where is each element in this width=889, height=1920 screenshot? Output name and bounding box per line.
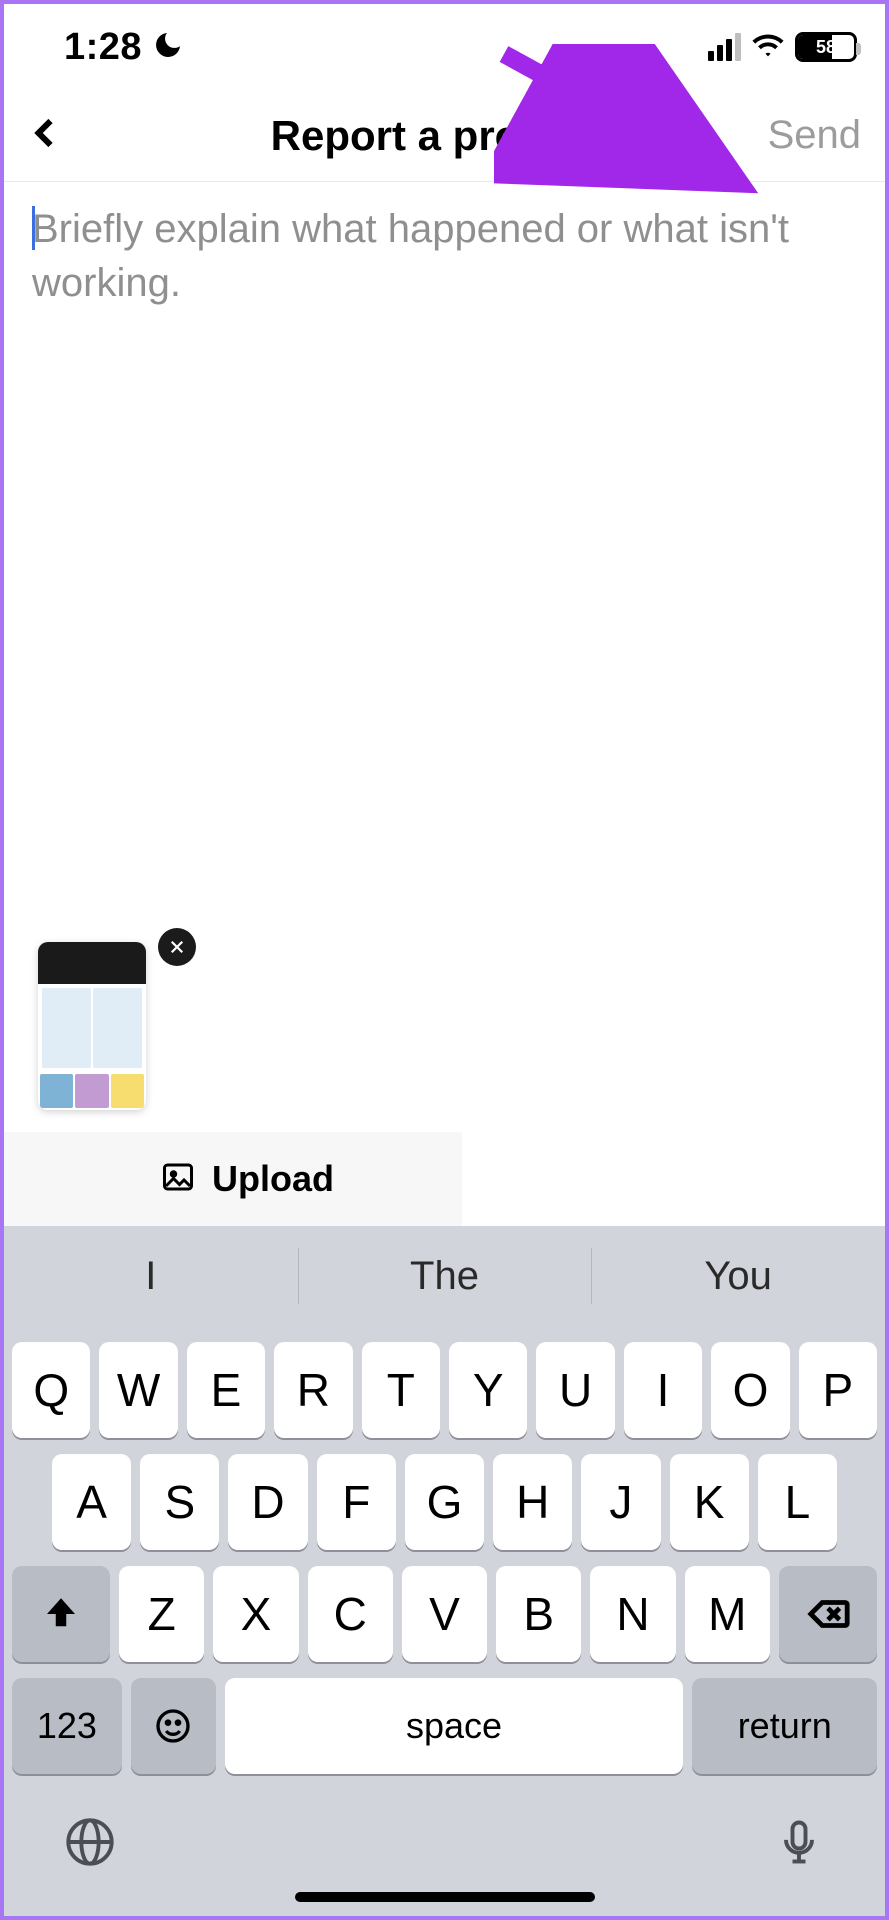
battery-icon: 58 (795, 32, 857, 62)
key-z[interactable]: Z (119, 1566, 204, 1662)
key-p[interactable]: P (799, 1342, 877, 1438)
key-d[interactable]: D (228, 1454, 307, 1550)
key-j[interactable]: J (581, 1454, 660, 1550)
key-u[interactable]: U (536, 1342, 614, 1438)
key-emoji[interactable] (131, 1678, 216, 1774)
key-y[interactable]: Y (449, 1342, 527, 1438)
key-s[interactable]: S (140, 1454, 219, 1550)
key-q[interactable]: Q (12, 1342, 90, 1438)
key-b[interactable]: B (496, 1566, 581, 1662)
key-n[interactable]: N (590, 1566, 675, 1662)
key-o[interactable]: O (711, 1342, 789, 1438)
key-l[interactable]: L (758, 1454, 837, 1550)
image-icon (160, 1159, 196, 1200)
keyboard: I The You Q W E R T Y U I O P A S D F G … (4, 1226, 885, 1916)
text-cursor (32, 206, 35, 250)
cellular-signal-icon (708, 33, 741, 61)
key-h[interactable]: H (493, 1454, 572, 1550)
problem-description-area (4, 182, 885, 942)
dnd-moon-icon (152, 29, 184, 66)
upload-label: Upload (212, 1158, 334, 1200)
remove-attachment-button[interactable] (158, 928, 196, 966)
nav-bar: Report a problem Send (4, 90, 885, 182)
page-title: Report a problem (271, 112, 619, 160)
key-123[interactable]: 123 (12, 1678, 122, 1774)
upload-button[interactable]: Upload (4, 1132, 462, 1226)
key-k[interactable]: K (670, 1454, 749, 1550)
key-m[interactable]: M (685, 1566, 770, 1662)
status-bar: 1:28 58 (4, 4, 885, 90)
key-g[interactable]: G (405, 1454, 484, 1550)
wifi-icon (751, 28, 785, 67)
key-v[interactable]: V (402, 1566, 487, 1662)
suggestion-3[interactable]: You (591, 1226, 885, 1326)
key-c[interactable]: C (308, 1566, 393, 1662)
attachment-row (4, 942, 885, 1132)
battery-percent: 58 (816, 37, 836, 58)
back-button[interactable] (28, 115, 64, 156)
dictation-mic-icon[interactable] (773, 1816, 825, 1873)
suggestion-1[interactable]: I (4, 1226, 298, 1326)
phone-screen: 1:28 58 Report a problem Send (0, 0, 889, 1920)
key-shift[interactable] (12, 1566, 110, 1662)
key-i[interactable]: I (624, 1342, 702, 1438)
globe-icon[interactable] (64, 1816, 116, 1873)
key-x[interactable]: X (213, 1566, 298, 1662)
key-backspace[interactable] (779, 1566, 877, 1662)
key-f[interactable]: F (317, 1454, 396, 1550)
problem-description-input[interactable] (32, 202, 857, 922)
status-time: 1:28 (64, 26, 142, 69)
attachment-thumbnail[interactable] (38, 942, 146, 1110)
suggestion-2[interactable]: The (298, 1226, 592, 1326)
key-space[interactable]: space (225, 1678, 684, 1774)
send-button[interactable]: Send (768, 113, 861, 158)
key-a[interactable]: A (52, 1454, 131, 1550)
key-return[interactable]: return (692, 1678, 877, 1774)
key-t[interactable]: T (362, 1342, 440, 1438)
home-indicator[interactable] (295, 1892, 595, 1902)
keyboard-suggestions: I The You (4, 1226, 885, 1326)
key-e[interactable]: E (187, 1342, 265, 1438)
key-r[interactable]: R (274, 1342, 352, 1438)
key-w[interactable]: W (99, 1342, 177, 1438)
